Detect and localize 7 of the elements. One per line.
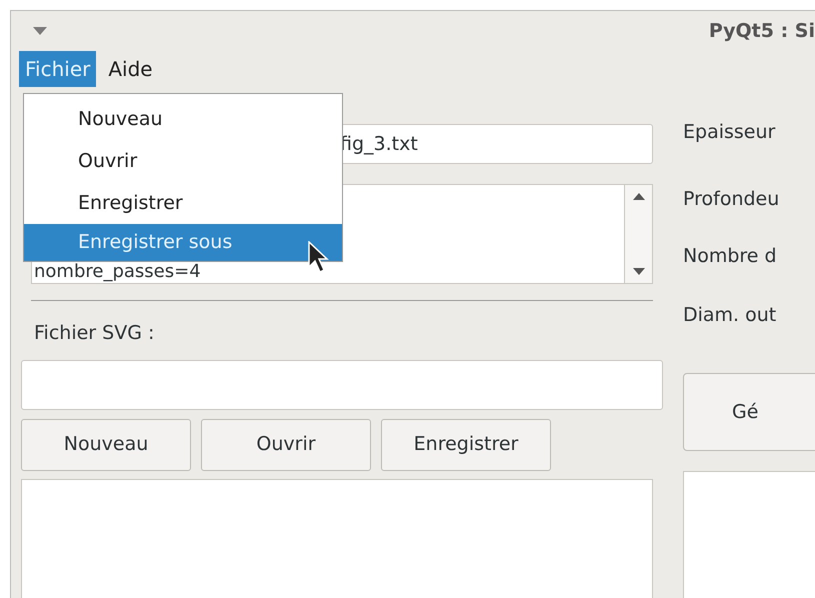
svg-file-label: Fichier SVG : [34,321,156,346]
depth-label: Profondeu [683,186,780,212]
count-label: Nombre d [683,244,778,269]
config-text-line: nombre_passes=4 [34,262,202,282]
tool-diameter-label: Diam. out [683,302,778,328]
thickness-label: Epaisseur [683,120,776,145]
window-title: PyQt5 : Si [708,18,815,44]
